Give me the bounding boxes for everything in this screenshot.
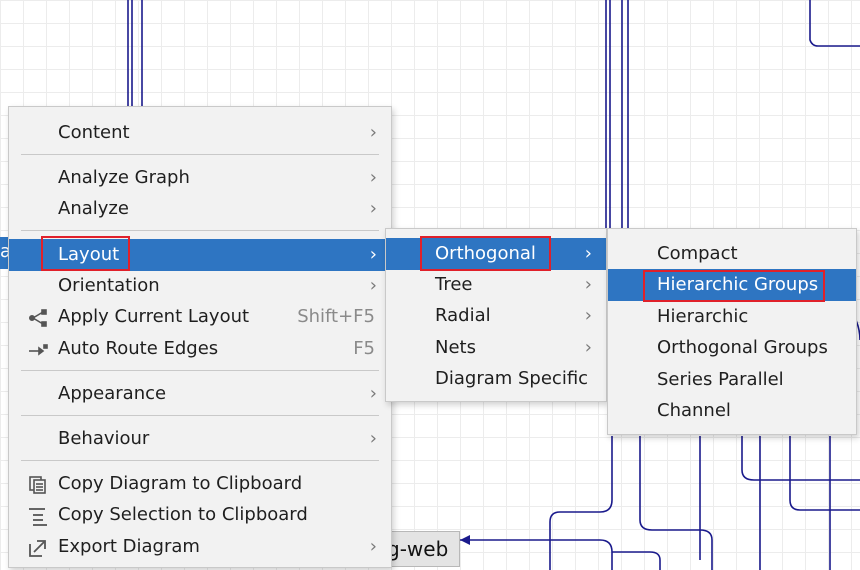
submenu-item-nets[interactable]: Nets › [386,333,606,363]
menu-item-label: Apply Current Layout [58,306,250,327]
menu-item-label: Hierarchic [657,306,749,327]
menu-item-analyze[interactable]: Analyze › [9,194,391,224]
diagram-node-label[interactable]: g-web [380,531,460,567]
submenu-item-hierarchic[interactable]: Hierarchic [608,302,856,332]
chevron-right-icon: › [369,198,377,219]
menu-item-copy-diagram[interactable]: Copy Diagram to Clipboard [9,469,391,499]
chevron-right-icon: › [584,305,592,326]
menu-item-label: Radial [435,305,491,326]
menu-separator [21,230,379,231]
menu-separator [21,154,379,155]
menu-separator [21,370,379,371]
copy-selection-icon [27,506,49,526]
menu-item-label: Analyze Graph [58,167,190,188]
submenu-item-diagram-specific[interactable]: Diagram Specific [386,364,606,394]
menu-item-label: Auto Route Edges [58,338,219,359]
menu-item-label: Analyze [58,198,129,219]
menu-item-behaviour[interactable]: Behaviour › [9,424,391,454]
menu-item-label: Content [58,122,130,143]
menu-item-label: Channel [657,400,731,421]
submenu-item-tree[interactable]: Tree › [386,270,606,300]
submenu-item-orthogonal[interactable]: Orthogonal › [386,238,606,270]
menu-item-content[interactable]: Content › [9,118,391,148]
menu-item-label: Tree [435,274,473,295]
menu-item-label: Appearance [58,383,167,404]
submenu-item-hierarchic-groups[interactable]: Hierarchic Groups [608,269,856,301]
submenu-item-series-parallel[interactable]: Series Parallel [608,365,856,395]
submenu-item-compact[interactable]: Compact [608,239,856,269]
menu-item-label: Copy Selection to Clipboard [58,504,308,525]
menu-item-label: Copy Diagram to Clipboard [58,473,303,494]
menu-item-label: Orientation [58,275,160,296]
menu-item-auto-route-edges[interactable]: Auto Route Edges F5 [9,334,391,364]
menu-item-shortcut: Shift+F5 [297,306,375,327]
route-edges-icon [27,340,49,360]
submenu-item-channel[interactable]: Channel [608,396,856,426]
chevron-right-icon: › [369,428,377,449]
menu-item-appearance[interactable]: Appearance › [9,379,391,409]
chevron-right-icon: › [369,167,377,188]
export-icon [27,538,49,558]
orthogonal-submenu: Compact Hierarchic Groups Hierarchic Ort… [607,228,857,435]
menu-item-label: Nets [435,337,476,358]
chevron-right-icon: › [584,274,592,295]
menu-item-export-diagram[interactable]: Export Diagram › [9,532,391,562]
layout-submenu: Orthogonal › Tree › Radial › Nets › Diag… [385,228,607,402]
menu-item-orientation[interactable]: Orientation › [9,271,391,301]
menu-item-label: Compact [657,243,738,264]
menu-item-copy-selection[interactable]: Copy Selection to Clipboard [9,500,391,530]
menu-item-label: Export Diagram [58,536,200,557]
submenu-item-orthogonal-groups[interactable]: Orthogonal Groups [608,333,856,363]
menu-item-layout[interactable]: Layout › [9,239,391,271]
menu-separator [21,460,379,461]
menu-item-apply-current-layout[interactable]: Apply Current Layout Shift+F5 [9,302,391,332]
menu-item-analyze-graph[interactable]: Analyze Graph › [9,163,391,193]
context-menu: Content › Analyze Graph › Analyze › Layo… [8,106,392,568]
menu-separator [21,415,379,416]
chevron-right-icon: › [369,122,377,143]
chevron-right-icon: › [369,244,377,265]
menu-item-label: Behaviour [58,428,150,449]
menu-item-label: Orthogonal [435,243,536,264]
menu-item-label: Series Parallel [657,369,784,390]
chevron-right-icon: › [584,243,592,264]
chevron-right-icon: › [369,383,377,404]
menu-item-label: Hierarchic Groups [657,274,819,295]
copy-icon [27,475,49,495]
menu-item-label: Diagram Specific [435,368,589,389]
chevron-right-icon: › [369,536,377,557]
menu-item-shortcut: F5 [353,338,375,359]
menu-item-label: Layout [58,244,120,265]
chevron-right-icon: › [369,275,377,296]
submenu-item-radial[interactable]: Radial › [386,301,606,331]
chevron-right-icon: › [584,337,592,358]
layout-tree-icon [27,308,49,328]
menu-item-label: Orthogonal Groups [657,337,828,358]
